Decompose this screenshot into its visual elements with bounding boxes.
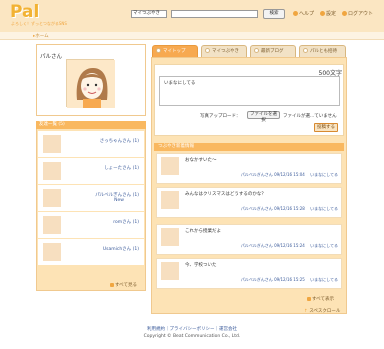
file-status: ファイルが選...ていません bbox=[283, 114, 337, 119]
friend-avatar[interactable] bbox=[43, 243, 61, 261]
footer-copyright: Copyright © Beat Communication Co., Ltd. bbox=[143, 334, 241, 339]
profile-avatar[interactable] bbox=[66, 59, 115, 108]
feed-author[interactable]: パルベルぎんさん bbox=[241, 243, 273, 248]
arrow-icon bbox=[306, 297, 311, 301]
new-badge: New bbox=[114, 198, 124, 203]
logout-link[interactable]: ログアウト bbox=[342, 10, 373, 17]
profile-name: パルさん bbox=[40, 54, 63, 60]
feed-author[interactable]: パルベルぎんさん bbox=[241, 206, 273, 211]
friends-title: 友達一覧 (5) bbox=[36, 121, 146, 129]
feed-text: みんなはクリスマスはどうするのかな？ bbox=[185, 192, 266, 197]
feed-title: つぶやき新着情報 bbox=[154, 143, 344, 151]
feed-meta: パルベルぎんさん 09/12/16 15:24 いまなにしてる bbox=[241, 243, 338, 249]
search-input[interactable] bbox=[171, 10, 258, 18]
feed-time: 09/12/16 15:04 bbox=[274, 172, 305, 177]
breadcrumb-bar bbox=[0, 32, 384, 40]
home-icon bbox=[156, 48, 161, 53]
friend-item[interactable]: しょーたさん (1) bbox=[38, 158, 144, 184]
site-logo[interactable]: Pal bbox=[10, 2, 39, 22]
submit-button[interactable]: 投稿する bbox=[314, 123, 338, 132]
feed-author[interactable]: パルベルぎんさん bbox=[241, 172, 273, 177]
feed-item: これから授業だよ パルベルぎんさん 09/12/16 15:24 いまなにしてる bbox=[156, 224, 342, 255]
feed-text: これから授業だよ bbox=[185, 229, 221, 234]
friend-item[interactable]: romさん (1) bbox=[38, 212, 144, 238]
feed-avatar[interactable] bbox=[161, 157, 179, 175]
feed-meta: パルベルぎんさん 09/12/16 15:25 いまなにしてる bbox=[241, 277, 338, 283]
tab-my-top[interactable]: マイトップ bbox=[152, 45, 198, 57]
blog-icon bbox=[254, 48, 259, 53]
friends-more-link[interactable]: すべて見る bbox=[110, 282, 137, 288]
feed-more-link[interactable]: すべて表示 bbox=[306, 296, 334, 302]
friend-name[interactable]: さっちゃんさん (1) bbox=[100, 138, 139, 144]
feed-time: 09/12/16 15:28 bbox=[274, 206, 305, 211]
search-button[interactable]: 検索 bbox=[263, 9, 285, 19]
invite-icon bbox=[303, 48, 308, 53]
feed-meta: パルベルぎんさん 09/12/16 15:28 いまなにしてる bbox=[241, 206, 338, 212]
footer-links[interactable]: 利用規約｜プライバシーポリシー｜運営会社 bbox=[0, 326, 384, 332]
scroll-top-link[interactable]: ↑ スペスクロール bbox=[304, 308, 340, 314]
photo-upload-label: 写真アップロード： bbox=[200, 114, 241, 119]
search-scope-select[interactable]: マイつぶやき bbox=[131, 10, 167, 18]
tab-my-tweets[interactable]: マイつぶやき bbox=[201, 45, 247, 57]
feed-avatar[interactable] bbox=[161, 262, 179, 280]
post-textarea[interactable]: いまなにしてる bbox=[159, 76, 340, 106]
feed-time: 09/12/16 15:24 bbox=[274, 243, 305, 248]
friend-item[interactable]: Usamichさん (1) bbox=[38, 239, 144, 265]
feed-like-link[interactable]: いまなにしてる bbox=[310, 243, 338, 248]
logo-tagline: よろしく！ずっとつながるSNS bbox=[11, 21, 67, 26]
choose-file-button[interactable]: ファイルを選択 bbox=[247, 111, 280, 123]
arrow-icon bbox=[110, 283, 114, 287]
feed-item: みんなはクリスマスはどうするのかな？ パルベルぎんさん 09/12/16 15:… bbox=[156, 187, 342, 218]
friend-item[interactable]: さっちゃんさん (1) bbox=[38, 131, 144, 157]
feed-like-link[interactable]: いまなにしてる bbox=[310, 172, 338, 177]
breadcrumb: ▸ホーム bbox=[33, 33, 49, 39]
settings-link[interactable]: 設定 bbox=[320, 10, 336, 17]
feed-item: おなかすいた〜 パルベルぎんさん 09/12/16 15:04 いまなにしてる bbox=[156, 153, 342, 184]
arrow-up-icon: ↑ bbox=[304, 309, 308, 314]
friend-avatar[interactable] bbox=[43, 216, 61, 234]
feed-avatar[interactable] bbox=[161, 228, 179, 246]
girl-avatar-icon bbox=[67, 60, 115, 108]
help-link[interactable]: ヘルプ bbox=[293, 10, 314, 17]
feed-like-link[interactable]: いまなにしてる bbox=[310, 206, 338, 211]
help-icon bbox=[293, 11, 298, 16]
feed-author[interactable]: パルベルぎんさん bbox=[241, 277, 273, 282]
feed-item: 今、学校ついた パルベルぎんさん 09/12/16 15:25 いまなにしてる bbox=[156, 258, 342, 289]
friend-name[interactable]: romさん (1) bbox=[113, 219, 139, 225]
logout-icon bbox=[342, 11, 347, 16]
friend-name[interactable]: Usamichさん (1) bbox=[103, 246, 139, 252]
friend-item[interactable]: パルベルぎんさん (1) New bbox=[38, 185, 144, 211]
feed-meta: パルベルぎんさん 09/12/16 15:04 いまなにしてる bbox=[241, 172, 338, 178]
friend-name[interactable]: しょーたさん (1) bbox=[104, 165, 139, 171]
friend-avatar[interactable] bbox=[43, 135, 61, 153]
feed-text: 今、学校ついた bbox=[185, 263, 217, 268]
breadcrumb-home[interactable]: ホーム bbox=[35, 34, 48, 39]
tab-latest-blog[interactable]: 最新ブログ bbox=[250, 45, 296, 57]
feed-text: おなかすいた〜 bbox=[185, 158, 217, 163]
feed-like-link[interactable]: いまなにしてる bbox=[310, 277, 338, 282]
friend-avatar[interactable] bbox=[43, 189, 61, 207]
settings-icon bbox=[320, 11, 325, 16]
tweet-icon bbox=[205, 48, 210, 53]
feed-time: 09/12/16 15:25 bbox=[274, 277, 305, 282]
feed-avatar[interactable] bbox=[161, 191, 179, 209]
friend-avatar[interactable] bbox=[43, 162, 61, 180]
tab-invite[interactable]: パルとも招待 bbox=[299, 45, 346, 57]
